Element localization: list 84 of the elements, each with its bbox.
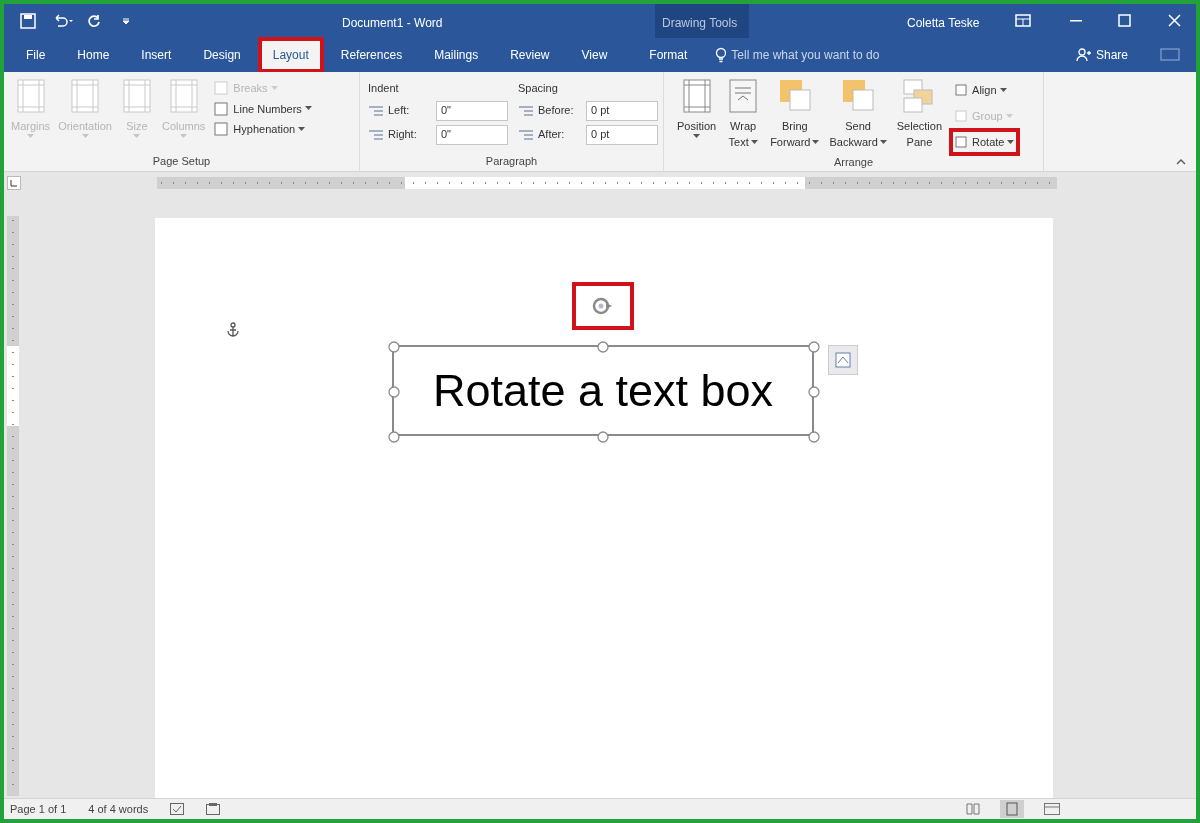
word-count[interactable]: 4 of 4 words xyxy=(88,800,149,818)
spacing-icon xyxy=(368,128,384,141)
window-title: Document1 - Word xyxy=(342,15,443,32)
text-box[interactable]: Rotate a text box xyxy=(392,345,814,436)
customize-caret-icon[interactable] xyxy=(122,17,130,25)
indent-label: Indent xyxy=(368,81,400,96)
ribbon-tab[interactable]: Mailings xyxy=(422,40,491,70)
redo-icon[interactable] xyxy=(86,13,102,29)
field-label: Right: xyxy=(388,127,418,143)
caret-icon xyxy=(1005,113,1013,119)
group-label: Paragraph xyxy=(485,153,538,169)
caret-icon xyxy=(812,139,820,145)
maximize-icon[interactable] xyxy=(1118,14,1131,27)
field-label: Left: xyxy=(388,103,411,119)
text-box-text: Rotate a text box xyxy=(432,363,774,418)
rotate-handle-icon[interactable] xyxy=(591,296,613,316)
caret-icon xyxy=(180,134,188,139)
ribbon-tab[interactable]: View xyxy=(569,40,620,70)
lightbulb-icon xyxy=(715,47,728,63)
square-icon xyxy=(955,135,970,149)
read-mode-icon[interactable] xyxy=(966,803,980,815)
caret-icon xyxy=(304,106,312,112)
ribbon-button[interactable]: Wrap Text xyxy=(723,78,764,154)
spin-field[interactable]: 0" xyxy=(436,100,508,121)
proofing-icon[interactable] xyxy=(170,803,185,815)
spin-field[interactable]: 0" xyxy=(436,124,508,145)
anchor-icon xyxy=(226,322,240,338)
web-layout-icon[interactable] xyxy=(1044,803,1060,815)
share-button[interactable]: Share xyxy=(1075,46,1128,64)
stacked-squares-icon xyxy=(841,78,876,114)
caret-icon xyxy=(27,134,35,139)
close-icon[interactable] xyxy=(1168,14,1181,27)
stacked-squares-icon xyxy=(777,78,812,114)
ribbon-button[interactable]: Hyphenation xyxy=(214,121,312,138)
caret-icon xyxy=(750,139,758,145)
ribbon-tab[interactable]: Review xyxy=(498,40,562,70)
page-count[interactable]: Page 1 of 1 xyxy=(10,800,67,818)
square-icon xyxy=(955,109,970,123)
undo-icon[interactable] xyxy=(52,13,74,29)
group-label: Arrange xyxy=(833,155,874,170)
ribbon-display-icon[interactable] xyxy=(1015,14,1031,27)
square-icon xyxy=(214,81,231,96)
ribbon-button[interactable]: Rotate xyxy=(951,130,1019,154)
ribbon-tab[interactable]: Home xyxy=(65,40,122,70)
ribbon-tab[interactable]: References xyxy=(328,40,415,70)
ribbon-button[interactable]: Send Backward xyxy=(826,78,890,154)
caret-icon xyxy=(81,134,89,139)
field-label: Before: xyxy=(538,103,575,119)
collapse-ribbon-icon[interactable] xyxy=(1176,159,1186,165)
caret-icon xyxy=(133,134,141,139)
spacing-label: Spacing xyxy=(518,81,559,96)
ribbon-button[interactable]: Bring Forward xyxy=(767,78,823,154)
save-icon[interactable] xyxy=(20,13,36,29)
ribbon-button[interactable]: Line Numbers xyxy=(214,100,312,117)
caret-icon xyxy=(270,85,278,91)
ribbon-tab[interactable]: Format xyxy=(637,40,700,70)
caret-icon xyxy=(1007,139,1015,145)
ribbon-button[interactable]: Align xyxy=(951,78,1019,102)
spacing-icon xyxy=(518,104,534,117)
spacing-icon xyxy=(518,128,534,141)
tell-me-field[interactable]: Tell me what you want to do xyxy=(731,46,880,64)
field-label: After: xyxy=(538,127,566,143)
caret-icon xyxy=(879,139,887,145)
caret-icon xyxy=(999,87,1007,93)
spin-field[interactable]: 0 pt xyxy=(586,100,658,121)
square-icon xyxy=(955,83,970,97)
spin-field[interactable]: 0 pt xyxy=(586,124,658,145)
group-label: Page Setup xyxy=(152,153,211,169)
contextual-tab-label: Drawing Tools xyxy=(662,15,738,32)
tab-selector-icon[interactable] xyxy=(7,176,21,190)
user-name: Coletta Teske xyxy=(907,15,980,32)
spacing-icon xyxy=(368,104,384,117)
ribbon-tab[interactable]: Design xyxy=(191,40,253,70)
square-icon xyxy=(214,101,231,116)
caret-icon xyxy=(693,134,701,139)
ribbon-button[interactable]: Selection Pane xyxy=(893,78,946,154)
ribbon-tab[interactable]: File xyxy=(14,40,58,70)
ribbon-button[interactable]: Position xyxy=(674,78,720,154)
caret-icon xyxy=(298,126,306,132)
person-add-icon xyxy=(1075,48,1092,62)
ribbon-tab[interactable]: Insert xyxy=(129,40,184,70)
macro-icon[interactable] xyxy=(206,803,221,815)
square-icon xyxy=(214,122,231,137)
ribbon-tab[interactable]: Layout xyxy=(260,40,321,70)
